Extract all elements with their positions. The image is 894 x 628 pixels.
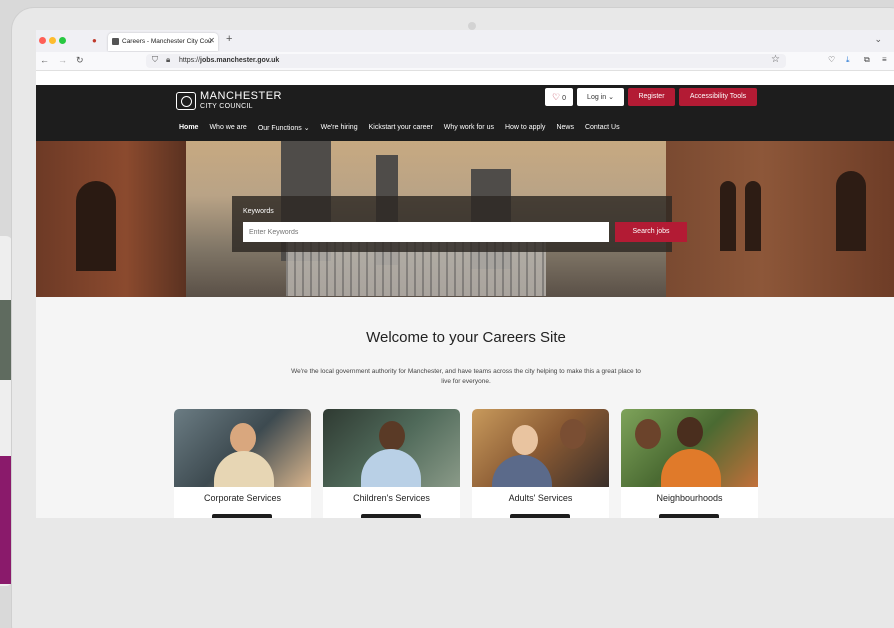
card-button[interactable]: [510, 514, 570, 518]
hero-window: [836, 171, 866, 251]
card-adults-services[interactable]: Adults' Services: [472, 409, 609, 518]
card-image: [621, 409, 758, 487]
camera: [468, 22, 476, 30]
main-navigation: Home Who we are Our Functions ⌄ We're hi…: [179, 124, 631, 132]
card-title: Neighbourhoods: [656, 493, 723, 503]
url-text: https://jobs.manchester.gov.uk: [179, 57, 280, 64]
pocket-icon[interactable]: ♡: [828, 55, 835, 64]
browser-tab[interactable]: Careers - Manchester City Cou ✕: [108, 33, 218, 51]
site-logo[interactable]: MANCHESTER CITY COUNCIL: [200, 90, 283, 111]
site-header: MANCHESTER CITY COUNCIL ♡ 0 Log in ⌄ Reg…: [36, 85, 894, 141]
person-figure: [661, 449, 721, 487]
browser-window: ● Careers - Manchester City Cou ✕ + ⌄ ← …: [36, 30, 894, 518]
hero-window: [745, 181, 761, 251]
card-title: Adults' Services: [508, 493, 573, 503]
address-bar[interactable]: ⛉ 🔒︎ https://jobs.manchester.gov.uk ☆: [146, 54, 786, 68]
card-button[interactable]: [212, 514, 272, 518]
person-figure: [560, 419, 586, 449]
card-childrens-services[interactable]: Children's Services: [323, 409, 460, 518]
extensions-icon[interactable]: ⧉: [864, 55, 870, 65]
background-window-content: [0, 300, 12, 380]
login-button[interactable]: Log in ⌄: [577, 88, 624, 106]
bookmark-star-icon[interactable]: ☆: [771, 54, 780, 65]
main-content: Welcome to your Careers Site We're the l…: [36, 297, 894, 518]
person-figure: [635, 419, 661, 449]
download-icon[interactable]: ⤓: [846, 55, 850, 65]
person-figure: [492, 455, 552, 487]
menu-icon[interactable]: ≡: [882, 55, 887, 64]
favourites-count: 0: [562, 95, 566, 102]
nav-item-how-to-apply[interactable]: How to apply: [505, 124, 545, 132]
hero-arch: [76, 181, 116, 271]
council-crest-icon[interactable]: [176, 92, 196, 110]
keywords-label: Keywords: [243, 208, 274, 215]
job-search-panel: Keywords Search jobs: [232, 196, 687, 252]
shield-icon[interactable]: ⛉: [152, 55, 158, 65]
nav-item-contact-us[interactable]: Contact Us: [585, 124, 620, 132]
keywords-input[interactable]: [243, 222, 609, 242]
person-figure: [512, 425, 538, 455]
card-button[interactable]: [659, 514, 719, 518]
minimize-window-button[interactable]: [49, 37, 56, 44]
extension-icon[interactable]: ●: [92, 36, 97, 45]
nav-item-why-work-for-us[interactable]: Why work for us: [444, 124, 494, 132]
nav-item-were-hiring[interactable]: We're hiring: [321, 124, 358, 132]
nav-item-home[interactable]: Home: [179, 124, 198, 132]
back-arrow-icon[interactable]: ←: [40, 55, 49, 65]
close-window-button[interactable]: [39, 37, 46, 44]
tab-title: Careers - Manchester City Cou: [122, 38, 212, 45]
intro-text: We're the local government authority for…: [291, 368, 641, 386]
site-favicon-icon: [112, 38, 119, 45]
card-image: [323, 409, 460, 487]
background-window-banner: [0, 456, 12, 584]
maximize-window-button[interactable]: [59, 37, 66, 44]
logo-line-1: MANCHESTER: [200, 90, 283, 102]
page-title: Welcome to your Careers Site: [366, 329, 566, 346]
lock-icon[interactable]: 🔒︎: [166, 55, 170, 65]
hero-brick-building: [36, 141, 186, 297]
hero-window: [720, 181, 736, 251]
nav-item-our-functions[interactable]: Our Functions ⌄: [258, 124, 310, 132]
logo-line-2: CITY COUNCIL: [200, 103, 253, 110]
person-figure: [379, 421, 405, 451]
heart-icon: ♡: [552, 92, 561, 102]
tab-bar: ● Careers - Manchester City Cou ✕ + ⌄: [36, 30, 894, 52]
search-jobs-button[interactable]: Search jobs: [615, 222, 687, 242]
card-title: Corporate Services: [203, 493, 282, 503]
hero-banner: Keywords Search jobs: [36, 141, 894, 297]
card-button[interactable]: [361, 514, 421, 518]
hero-town-hall: [666, 141, 894, 297]
nav-item-news[interactable]: News: [556, 124, 574, 132]
reload-icon[interactable]: ↻: [76, 55, 84, 66]
favourites-button[interactable]: ♡ 0: [545, 88, 573, 106]
navigation-toolbar: ← → ↻ ⛉ 🔒︎ https://jobs.manchester.gov.u…: [36, 52, 894, 71]
nav-item-who-we-are[interactable]: Who we are: [209, 124, 246, 132]
register-button[interactable]: Register: [628, 88, 675, 106]
person-figure: [677, 417, 703, 447]
person-figure: [214, 451, 274, 487]
page-top-gap: [36, 71, 894, 85]
nav-item-kickstart[interactable]: Kickstart your career: [369, 124, 433, 132]
chevron-down-icon[interactable]: ⌄: [874, 34, 882, 45]
card-image: [174, 409, 311, 487]
card-image: [472, 409, 609, 487]
accessibility-tools-button[interactable]: Accessibility Tools: [679, 88, 757, 106]
card-corporate-services[interactable]: Corporate Services: [174, 409, 311, 518]
close-icon[interactable]: ✕: [208, 36, 215, 45]
person-figure: [230, 423, 256, 453]
forward-arrow-icon[interactable]: →: [58, 55, 67, 65]
card-title: Children's Services: [353, 493, 430, 503]
person-figure: [361, 449, 421, 487]
new-tab-button[interactable]: +: [226, 33, 232, 45]
card-neighbourhoods[interactable]: Neighbourhoods: [621, 409, 758, 518]
